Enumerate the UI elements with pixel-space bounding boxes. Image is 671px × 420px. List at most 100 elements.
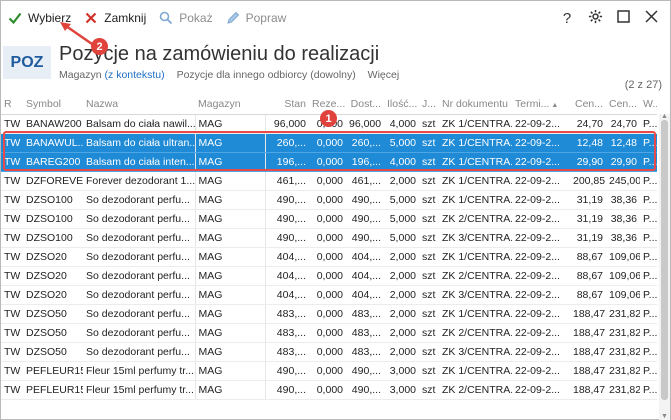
context-link[interactable]: (z kontekstu) — [105, 69, 165, 81]
warehouse-label: Magazyn — [59, 69, 102, 81]
close-button[interactable]: Zamknij — [83, 7, 146, 29]
table-cell: Forever dezodorant 1... — [83, 171, 195, 191]
table-cell: 24,70 — [570, 114, 606, 134]
table-cell: 490,... — [346, 380, 384, 400]
table-cell: 0,000 — [309, 152, 346, 172]
show-button-label: Pokaż — [179, 10, 213, 25]
column-header-sorted[interactable]: Termi... ▲ — [512, 94, 570, 115]
table-cell: 188,47 — [570, 380, 606, 400]
column-header[interactable]: Nazwa — [83, 94, 195, 115]
close-button-label: Zamknij — [104, 10, 147, 25]
table-cell: ZK 2/CENTRA... — [439, 323, 512, 343]
column-header[interactable]: R — [1, 94, 23, 115]
table-row[interactable]: TW PEFLEUR15 Fleur 15ml perfumy tr... MAG 49… — [1, 361, 657, 381]
table-cell: 109,06 — [606, 266, 640, 286]
table-row[interactable]: TW DZSO50 So dezodorant perfu... MAG 483,...… — [1, 323, 657, 343]
table-row[interactable]: TW DZSO20 So dezodorant perfu... MAG 404,...… — [1, 247, 657, 267]
table-cell: MAG — [194, 133, 265, 153]
table-cell: 22-09-2... — [512, 361, 570, 381]
table-row[interactable]: TW DZSO50 So dezodorant perfu... MAG 483,...… — [1, 342, 657, 362]
table-cell: 5,000 — [384, 133, 419, 153]
table-cell: P... — [640, 247, 657, 267]
table-cell: 188,47 — [570, 304, 606, 324]
column-header[interactable]: W... — [640, 94, 657, 115]
column-header[interactable]: Symbol — [23, 94, 83, 115]
table-row[interactable]: TW DZSO20 So dezodorant perfu... MAG 404,...… — [1, 285, 657, 305]
table-row[interactable]: TW BANAWUL... Balsam do ciała ultran... MAG… — [1, 133, 657, 153]
table-cell: 12,48 — [570, 133, 606, 153]
table-cell: 196,... — [346, 152, 384, 172]
table-cell: 0,000 — [309, 190, 346, 210]
settings-button[interactable] — [584, 7, 606, 29]
table-cell: TW — [1, 133, 23, 153]
table-cell: ZK 1/CENTRA... — [439, 304, 512, 324]
scroll-thumb[interactable] — [661, 120, 668, 400]
show-button[interactable]: Pokaż — [158, 7, 213, 29]
window-close-button[interactable] — [640, 7, 662, 29]
table-cell: TW — [1, 323, 23, 343]
table-cell: 231,82 — [606, 380, 640, 400]
table-cell: szt — [419, 228, 439, 248]
table-cell: 22-09-2... — [512, 247, 570, 267]
table-cell: 188,47 — [570, 361, 606, 381]
table-cell: 29,90 — [570, 152, 606, 172]
column-header[interactable]: Dost... — [346, 94, 384, 115]
table-cell: 3,000 — [384, 380, 419, 400]
help-button[interactable]: ? — [556, 7, 578, 29]
table-cell: TW — [1, 171, 23, 191]
column-header[interactable]: Stan — [265, 94, 309, 115]
table-cell: 96,000 — [264, 114, 309, 134]
table-cell: 200,85 — [570, 171, 606, 191]
table-cell: 260,... — [346, 133, 384, 153]
table-cell: So dezodorant perfu... — [83, 266, 195, 286]
column-header[interactable]: Ilość... — [384, 94, 419, 115]
table-cell: 490,... — [346, 228, 384, 248]
table-row[interactable]: TW DZSO100 So dezodorant perfu... MAG 490,..… — [1, 190, 657, 210]
table-row[interactable]: TW DZSO100 So dezodorant perfu... MAG 490,..… — [1, 228, 657, 248]
table-cell: 88,67 — [570, 266, 606, 286]
scroll-up-icon[interactable]: ▲ — [661, 113, 668, 120]
table-cell: ZK 1/CENTRA... — [439, 133, 512, 153]
table-cell: 231,82 — [606, 304, 640, 324]
scroll-down-icon[interactable]: ▼ — [661, 413, 668, 420]
column-header[interactable]: Magazyn — [195, 94, 265, 115]
table-cell: MAG — [194, 190, 265, 210]
column-header[interactable]: Cen... — [570, 94, 606, 115]
column-header[interactable]: J... — [419, 94, 439, 115]
maximize-button[interactable] — [612, 7, 634, 29]
table-cell: ZK 1/CENTRA... — [439, 247, 512, 267]
table-cell: 483,... — [346, 342, 384, 362]
table-cell: 22-09-2... — [512, 342, 570, 362]
table-row[interactable]: TW DZSO100 So dezodorant perfu... MAG 490,..… — [1, 209, 657, 229]
table-cell: TW — [1, 361, 23, 381]
table-cell: 22-09-2... — [512, 228, 570, 248]
table-cell: 2,000 — [384, 247, 419, 267]
table-row[interactable]: TW DZSO50 So dezodorant perfu... MAG 483,...… — [1, 304, 657, 324]
toolbar: Wybierz Zamknij Pokaż Popraw ? — [1, 1, 670, 34]
table-cell: szt — [419, 304, 439, 324]
table-cell: TW — [1, 247, 23, 267]
table-row[interactable]: TW PEFLEUR15 Fleur 15ml perfumy tr... MAG 49… — [1, 380, 657, 400]
table-cell: szt — [419, 323, 439, 343]
table-cell: ZK 1/CENTRA... — [439, 361, 512, 381]
more-link[interactable]: Więcej — [368, 69, 400, 81]
table-cell: 231,82 — [606, 323, 640, 343]
table-cell: 490,... — [264, 190, 309, 210]
table-row[interactable]: TW BAREG200 Balsam do ciała inten... MAG 196… — [1, 152, 657, 172]
table-row[interactable]: TWDZFOREVERForever dezodorant 1...MAG461… — [1, 171, 657, 191]
choose-button[interactable]: Wybierz — [7, 7, 71, 29]
table-row[interactable]: TW DZSO20 So dezodorant perfu... MAG 404,...… — [1, 266, 657, 286]
table-cell: 0,000 — [309, 304, 346, 324]
table-cell: BANAW200 — [23, 114, 83, 134]
column-header[interactable]: Nr dokumentu — [439, 94, 512, 115]
table-cell: P... — [640, 304, 657, 324]
choose-button-label: Wybierz — [28, 10, 72, 25]
other-recipient-filter[interactable]: Pozycje dla innego odbiorcy (dowolny) — [177, 69, 356, 81]
table-cell: 38,36 — [606, 190, 640, 210]
column-header[interactable]: Cen... — [606, 94, 640, 115]
edit-button[interactable]: Popraw — [225, 7, 286, 29]
vertical-scrollbar[interactable]: ▲ ▼ — [659, 113, 670, 420]
dialog-window: Wybierz Zamknij Pokaż Popraw ? POZ Pozyc… — [0, 0, 671, 420]
table-cell: 0,000 — [309, 285, 346, 305]
table-cell: 22-09-2... — [512, 190, 570, 210]
